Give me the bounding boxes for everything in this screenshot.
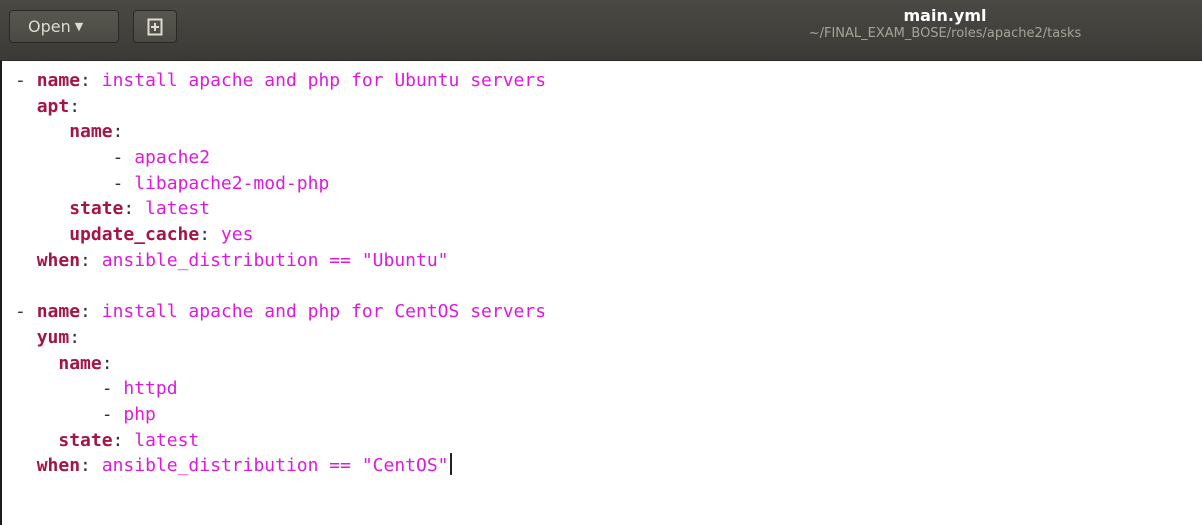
yaml-key: apt — [36, 95, 70, 117]
yaml-punctuation: : — [80, 70, 102, 91]
code-line[interactable]: - apache2 — [2, 145, 1202, 171]
header-bar: Open ▼ main.yml ~/FINAL_EXAM_BOSE/roles/a… — [0, 0, 1202, 61]
code-line[interactable]: apt: — [2, 94, 1202, 120]
code-line[interactable]: when: ansible_distribution == "Ubuntu" — [2, 248, 1202, 274]
caret-down-icon: ▼ — [74, 20, 84, 33]
document-path: ~/FINAL_EXAM_BOSE/roles/apache2/tasks — [808, 26, 1082, 41]
yaml-punctuation: : — [112, 121, 124, 143]
yaml-punctuation: - — [15, 172, 135, 194]
yaml-value: install apache and php for CentOS server… — [101, 301, 547, 323]
code-line[interactable]: - httpd — [2, 376, 1202, 402]
code-line[interactable]: state: latest — [2, 196, 1202, 222]
yaml-punctuation — [15, 455, 37, 476]
yaml-punctuation — [15, 96, 37, 117]
code-line[interactable]: yum: — [2, 325, 1202, 351]
yaml-key: when — [36, 249, 81, 271]
document-title: main.yml — [903, 6, 987, 25]
yaml-punctuation: : — [80, 301, 102, 323]
open-button[interactable]: Open ▼ — [9, 10, 119, 43]
yaml-value: libapache2-mod-php — [134, 172, 330, 194]
open-button-label: Open — [28, 17, 71, 36]
yaml-key: when — [36, 455, 81, 477]
yaml-punctuation: : — [80, 455, 102, 477]
yaml-punctuation — [15, 430, 58, 451]
yaml-punctuation — [15, 121, 69, 142]
code-line[interactable]: - name: install apache and php for CentO… — [2, 299, 1202, 325]
code-line[interactable]: update_cache: yes — [2, 222, 1202, 248]
yaml-key: name — [36, 301, 81, 323]
yaml-value: install apache and php for Ubuntu server… — [101, 70, 547, 91]
new-document-button[interactable] — [133, 10, 177, 43]
yaml-value: latest — [145, 198, 211, 220]
yaml-punctuation — [15, 250, 37, 271]
code-line[interactable] — [2, 274, 1202, 300]
yaml-punctuation: - — [15, 147, 135, 169]
yaml-key: state — [69, 198, 124, 220]
new-document-icon — [147, 18, 163, 36]
yaml-punctuation: - — [15, 403, 124, 425]
yaml-value: php — [123, 403, 156, 425]
code-line[interactable]: - php — [2, 402, 1202, 428]
code-line[interactable]: - libapache2-mod-php — [2, 171, 1202, 197]
code-line[interactable]: when: ansible_distribution == "CentOS" — [2, 453, 1202, 479]
yaml-punctuation: : — [199, 224, 221, 246]
yaml-punctuation: : — [69, 95, 81, 117]
yaml-punctuation — [15, 224, 69, 245]
yaml-value: apache2 — [134, 147, 211, 169]
yaml-value: yes — [220, 224, 254, 246]
yaml-value: httpd — [123, 378, 178, 400]
text-editor[interactable]: - name: install apache and php for Ubunt… — [0, 61, 1202, 525]
window-title-block: main.yml ~/FINAL_EXAM_BOSE/roles/apache2… — [700, 6, 1190, 42]
yaml-key: yum — [36, 326, 70, 348]
text-cursor — [449, 453, 452, 476]
code-line[interactable]: name: — [2, 351, 1202, 377]
yaml-punctuation — [15, 327, 37, 348]
yaml-punctuation: - — [15, 70, 37, 91]
yaml-punctuation: - — [15, 378, 124, 400]
yaml-key: update_cache — [69, 224, 200, 246]
yaml-key: name — [36, 70, 81, 91]
gedit-window: Open ▼ main.yml ~/FINAL_EXAM_BOSE/roles/a… — [0, 0, 1202, 525]
yaml-value: latest — [134, 429, 200, 451]
code-line[interactable]: name: — [2, 119, 1202, 145]
yaml-punctuation: : — [101, 352, 113, 374]
yaml-punctuation — [15, 198, 69, 219]
yaml-key: state — [58, 429, 113, 451]
yaml-punctuation: - — [15, 301, 37, 323]
code-line[interactable]: - name: install apache and php for Ubunt… — [2, 68, 1202, 94]
yaml-punctuation: : — [69, 326, 81, 348]
yaml-punctuation: : — [123, 198, 146, 220]
yaml-punctuation: : — [80, 249, 102, 271]
yaml-punctuation — [15, 353, 58, 374]
yaml-key: name — [58, 352, 102, 374]
yaml-key: name — [69, 121, 113, 143]
code-line[interactable]: state: latest — [2, 428, 1202, 454]
yaml-value: ansible_distribution == "CentOS" — [101, 455, 449, 477]
yaml-value: ansible_distribution == "Ubuntu" — [101, 249, 449, 271]
yaml-punctuation: : — [112, 429, 135, 451]
